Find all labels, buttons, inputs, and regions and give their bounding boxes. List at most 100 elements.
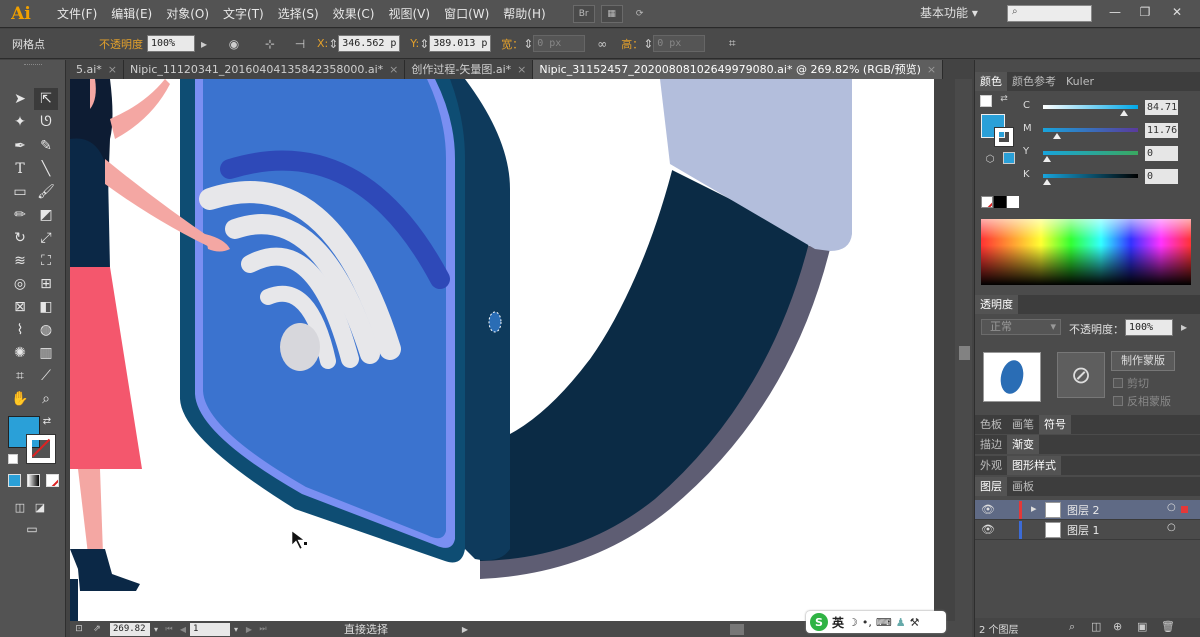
sync-icon[interactable]: ⟳ [629,5,651,23]
tab-brushes[interactable]: 画笔 [1007,415,1039,434]
constrain-proportions-icon[interactable]: ∞ [593,35,611,53]
bridge-button[interactable]: Br [572,4,595,23]
no-mask-icon[interactable]: ⊘ [1057,352,1105,398]
cyan-track[interactable] [1043,105,1138,109]
next-page-icon[interactable]: ▶ [242,620,256,637]
shape-builder-tool-icon[interactable]: ◎ [8,273,32,295]
color-mode-icon[interactable] [8,474,21,487]
scale-tool-icon[interactable]: ⤢ [34,227,58,249]
black-value[interactable]: 0 [1145,169,1178,184]
clipping-mask-icon[interactable]: ◫ [1091,620,1101,633]
panel-stroke-swatch[interactable] [994,127,1014,147]
direct-selection-tool-icon[interactable]: ⇱ [34,88,58,110]
selection-indicator[interactable] [1181,506,1188,513]
close-tab-icon[interactable]: × [389,60,398,79]
stroke-swatch[interactable] [26,434,56,464]
share-icon[interactable]: ⇗ [88,620,106,637]
tab-color-guide[interactable]: 颜色参考 [1007,72,1061,91]
menu-edit[interactable]: 编辑(E) [104,5,159,22]
menu-type[interactable]: 文字(T) [216,5,271,22]
yellow-track[interactable] [1043,151,1138,155]
tab-appearance[interactable]: 外观 [975,456,1007,475]
default-fill-stroke-icon[interactable] [8,454,18,464]
user-icon[interactable]: ♟ [896,616,906,629]
target-icon[interactable]: ○ [1167,502,1176,513]
tools-icon[interactable]: ⚒ [910,616,920,629]
align-icon[interactable]: ⊣ [291,35,309,53]
rotate-tool-icon[interactable]: ↻ [8,227,32,249]
black-color-swatch[interactable] [994,196,1006,208]
blend-mode-select[interactable]: 正常 ▾ [981,319,1061,335]
none-mode-icon[interactable] [46,474,59,487]
tab-swatches[interactable]: 色板 [975,415,1007,434]
y-input[interactable]: 389.013 p [429,35,492,52]
x-input[interactable]: 346.562 p [338,35,401,52]
sogou-icon[interactable]: S [810,613,828,631]
new-layer-icon[interactable]: ▣ [1137,620,1147,633]
layer-name[interactable]: 图层 2 [1067,502,1100,518]
tab-layers[interactable]: 图层 [975,477,1007,496]
blend-tool-icon[interactable]: ◍ [34,319,58,341]
pen-tool-icon[interactable]: ✒ [8,135,32,157]
eraser-tool-icon[interactable]: ◩ [34,204,58,226]
vertical-scroll-thumb[interactable] [959,346,970,360]
restore-icon[interactable]: ❐ [1130,2,1160,22]
paintbrush-tool-icon[interactable]: 🖌 [34,181,58,203]
object-thumbnail[interactable] [983,352,1041,402]
web-safe-swatch[interactable] [1003,152,1015,164]
menu-view[interactable]: 视图(V) [381,5,437,22]
yellow-handle-icon[interactable] [1043,156,1051,162]
locate-object-icon[interactable]: ⌕ [1069,620,1075,634]
horizontal-scroll-thumb[interactable] [730,624,744,635]
layer-row[interactable]: 👁 图层 1 ○ [975,520,1200,540]
opacity-dropdown-icon[interactable]: ▸ [1175,318,1193,336]
prev-page-icon[interactable]: ◀ [176,620,190,637]
page-input[interactable]: 1 [190,622,230,636]
transparency-opacity-input[interactable]: 100% [1125,319,1173,336]
close-tab-icon[interactable]: × [927,60,936,79]
menu-help[interactable]: 帮助(H) [496,5,552,22]
selection-tool-icon[interactable]: ➤ [8,88,32,110]
first-page-icon[interactable]: ⏮ [162,620,176,637]
default-colors-icon[interactable] [980,95,992,107]
transform-icon[interactable]: ⌗ [723,35,741,53]
yellow-slider[interactable]: Y 0 [1023,146,1200,164]
arrange-documents-icon[interactable]: ▦ [600,4,623,23]
height-input[interactable]: 0 px [653,35,706,52]
layer-row[interactable]: 👁 ▸ 图层 2 ○ [975,500,1200,520]
menu-object[interactable]: 对象(O) [159,5,216,22]
clip-checkbox[interactable] [1113,378,1123,388]
opacity-dropdown-icon[interactable]: ▸ [195,35,213,53]
magenta-value[interactable]: 11.76 [1145,123,1178,138]
close-tab-icon[interactable]: × [108,60,117,79]
visibility-eye-icon[interactable]: 👁 [981,503,995,516]
delete-layer-icon[interactable]: 🗑 [1161,620,1175,633]
artboard-canvas[interactable] [70,79,934,621]
tab-document-active[interactable]: Nipic_31152457_20200808102649979080.ai* … [533,60,944,79]
new-sublayer-icon[interactable]: ⊕ [1113,620,1122,633]
rectangle-tool-icon[interactable]: ▭ [8,181,32,203]
swap-colors-icon[interactable]: ⇄ [997,92,1011,106]
zoom-dropdown-icon[interactable]: ▾ [150,620,162,637]
magenta-slider[interactable]: M 11.76 [1023,123,1200,141]
perspective-grid-tool-icon[interactable]: ⊞ [34,273,58,295]
invert-mask-checkbox[interactable] [1113,396,1123,406]
width-stepper-icon[interactable]: ⇕ [523,35,533,53]
magenta-handle-icon[interactable] [1053,133,1061,139]
width-input[interactable]: 0 px [533,35,586,52]
tab-graphic-styles[interactable]: 图形样式 [1007,456,1061,475]
lasso-tool-icon[interactable]: ᘎ [34,111,58,133]
menu-effect[interactable]: 效果(C) [326,5,382,22]
warp-tool-icon[interactable]: ≋ [8,250,32,272]
tab-document-2[interactable]: Nipic_11120341_20160404135842358000.ai* × [124,60,406,79]
tab-transparency[interactable]: 透明度 [975,295,1018,314]
height-stepper-icon[interactable]: ⇕ [643,35,653,53]
slice-tool-icon[interactable]: ⟋ [34,365,58,387]
menu-file[interactable]: 文件(F) [50,5,104,22]
layer-name[interactable]: 图层 1 [1067,522,1100,538]
artboard-tool-icon[interactable]: ⌗ [8,365,32,387]
status-menu-icon[interactable]: ▶ [458,620,472,637]
white-color-swatch[interactable] [1007,196,1019,208]
gradient-mode-icon[interactable] [27,474,40,487]
graph-tool-icon[interactable]: ▥ [34,342,58,364]
